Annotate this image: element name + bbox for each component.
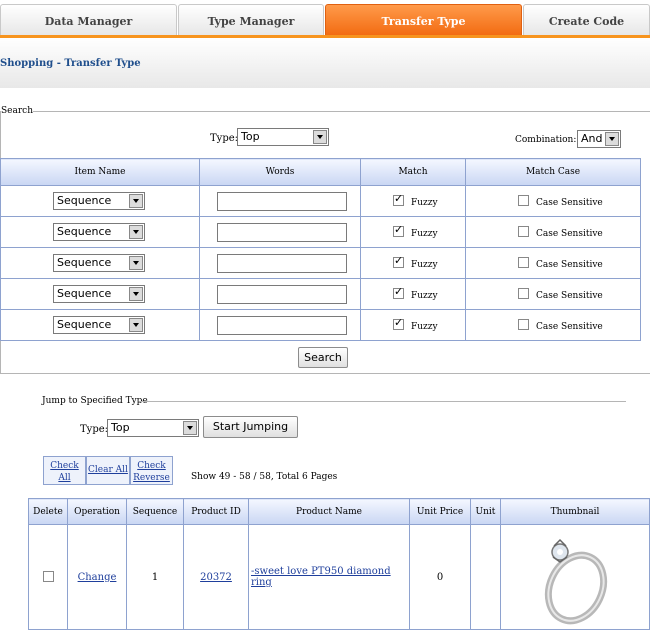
col-thumbnail: Thumbnail: [500, 498, 650, 525]
unit-price-cell: 0: [409, 524, 471, 630]
change-link[interactable]: Change: [78, 572, 117, 583]
col-match: Match: [360, 158, 466, 186]
item-name-select[interactable]: Sequence: [53, 192, 145, 210]
case-sensitive-label: Case Sensitive: [536, 291, 603, 301]
case-sensitive-checkbox[interactable]: [518, 288, 529, 299]
col-unit: Unit: [470, 498, 501, 525]
start-jumping-button[interactable]: Start Jumping: [203, 416, 298, 438]
case-sensitive-checkbox[interactable]: [518, 257, 529, 268]
words-input[interactable]: [217, 223, 347, 242]
jump-type-label: Type:: [80, 424, 109, 435]
check-all-button[interactable]: Check All: [43, 456, 86, 485]
fuzzy-checkbox[interactable]: [393, 254, 404, 268]
words-input[interactable]: [217, 285, 347, 304]
words-input[interactable]: [217, 192, 347, 211]
case-sensitive-label: Case Sensitive: [536, 322, 603, 332]
check-reverse-button[interactable]: Check Reverse: [130, 456, 173, 485]
fuzzy-label: Fuzzy: [411, 198, 438, 208]
chevron-down-icon: [183, 421, 197, 435]
fuzzy-checkbox[interactable]: [393, 192, 404, 206]
criteria-row: Sequence Fuzzy Case Sensitive: [0, 216, 641, 248]
fuzzy-label: Fuzzy: [411, 322, 438, 332]
words-input[interactable]: [217, 254, 347, 273]
chevron-down-icon: [129, 256, 143, 270]
chevron-down-icon: [605, 132, 619, 146]
tab-bar: Data Manager Type Manager Transfer Type …: [0, 0, 650, 36]
products-table: Delete Operation Sequence Product ID Pro…: [28, 498, 650, 630]
sequence-cell: 1: [126, 524, 184, 630]
case-sensitive-checkbox[interactable]: [518, 226, 529, 237]
case-sensitive-checkbox[interactable]: [518, 195, 529, 206]
chevron-down-icon: [129, 318, 143, 332]
case-sensitive-label: Case Sensitive: [536, 198, 603, 208]
fuzzy-checkbox[interactable]: [393, 223, 404, 237]
col-operation: Operation: [67, 498, 127, 525]
item-name-select[interactable]: Sequence: [53, 316, 145, 334]
clear-all-button[interactable]: Clear All: [86, 456, 130, 485]
jump-type-select[interactable]: Top: [107, 419, 199, 437]
case-sensitive-label: Case Sensitive: [536, 260, 603, 270]
tab-transfer-type[interactable]: Transfer Type: [325, 4, 522, 36]
combination-select[interactable]: And: [577, 130, 621, 148]
col-item-name: Item Name: [0, 158, 200, 186]
criteria-row: Sequence Fuzzy Case Sensitive: [0, 278, 641, 310]
item-name-select[interactable]: Sequence: [53, 285, 145, 303]
page-status: Show 49 - 58 / 58, Total 6 Pages: [191, 472, 338, 482]
product-name-link[interactable]: -sweet love PT950 diamond ring: [251, 566, 391, 588]
item-name-select[interactable]: Sequence: [53, 223, 145, 241]
case-sensitive-checkbox[interactable]: [518, 319, 529, 330]
jump-legend: Jump to Specified Type: [42, 396, 148, 406]
col-product-name: Product Name: [248, 498, 410, 525]
criteria-row: Sequence Fuzzy Case Sensitive: [0, 185, 641, 217]
criteria-row: Sequence Fuzzy Case Sensitive: [0, 309, 641, 341]
search-legend: Search: [1, 106, 33, 116]
search-type-select[interactable]: Top: [237, 128, 329, 146]
jump-divider: [139, 401, 626, 402]
chevron-down-icon: [129, 225, 143, 239]
fuzzy-checkbox[interactable]: [393, 316, 404, 330]
criteria-table: Item Name Words Match Match Case Sequenc…: [0, 158, 641, 341]
col-product-id: Product ID: [183, 498, 249, 525]
fuzzy-label: Fuzzy: [411, 229, 438, 239]
chevron-down-icon: [129, 287, 143, 301]
breadcrumb: Shopping - Transfer Type: [0, 58, 141, 69]
tab-type-manager[interactable]: Type Manager: [178, 4, 324, 36]
criteria-row: Sequence Fuzzy Case Sensitive: [0, 247, 641, 279]
combination-label: Combination:: [515, 135, 577, 145]
unit-cell: [470, 524, 501, 630]
table-row: Change 1 20372 -sweet love PT950 diamond…: [28, 524, 650, 630]
search-button[interactable]: Search: [298, 347, 348, 368]
case-sensitive-label: Case Sensitive: [536, 229, 603, 239]
product-id-link[interactable]: 20372: [200, 572, 232, 583]
col-words: Words: [199, 158, 361, 186]
tab-create-code[interactable]: Create Code: [523, 4, 650, 36]
delete-checkbox[interactable]: [43, 571, 54, 582]
chevron-down-icon: [313, 130, 327, 144]
col-delete: Delete: [28, 498, 68, 525]
ring-thumbnail-icon[interactable]: [520, 526, 630, 626]
words-input[interactable]: [217, 316, 347, 335]
search-type-label: Type:: [210, 133, 239, 144]
col-sequence: Sequence: [126, 498, 184, 525]
fuzzy-label: Fuzzy: [411, 260, 438, 270]
tab-data-manager[interactable]: Data Manager: [0, 4, 177, 36]
fuzzy-checkbox[interactable]: [393, 285, 404, 299]
fuzzy-label: Fuzzy: [411, 291, 438, 301]
col-match-case: Match Case: [465, 158, 641, 186]
col-unit-price: Unit Price: [409, 498, 471, 525]
item-name-select[interactable]: Sequence: [53, 254, 145, 272]
chevron-down-icon: [129, 194, 143, 208]
